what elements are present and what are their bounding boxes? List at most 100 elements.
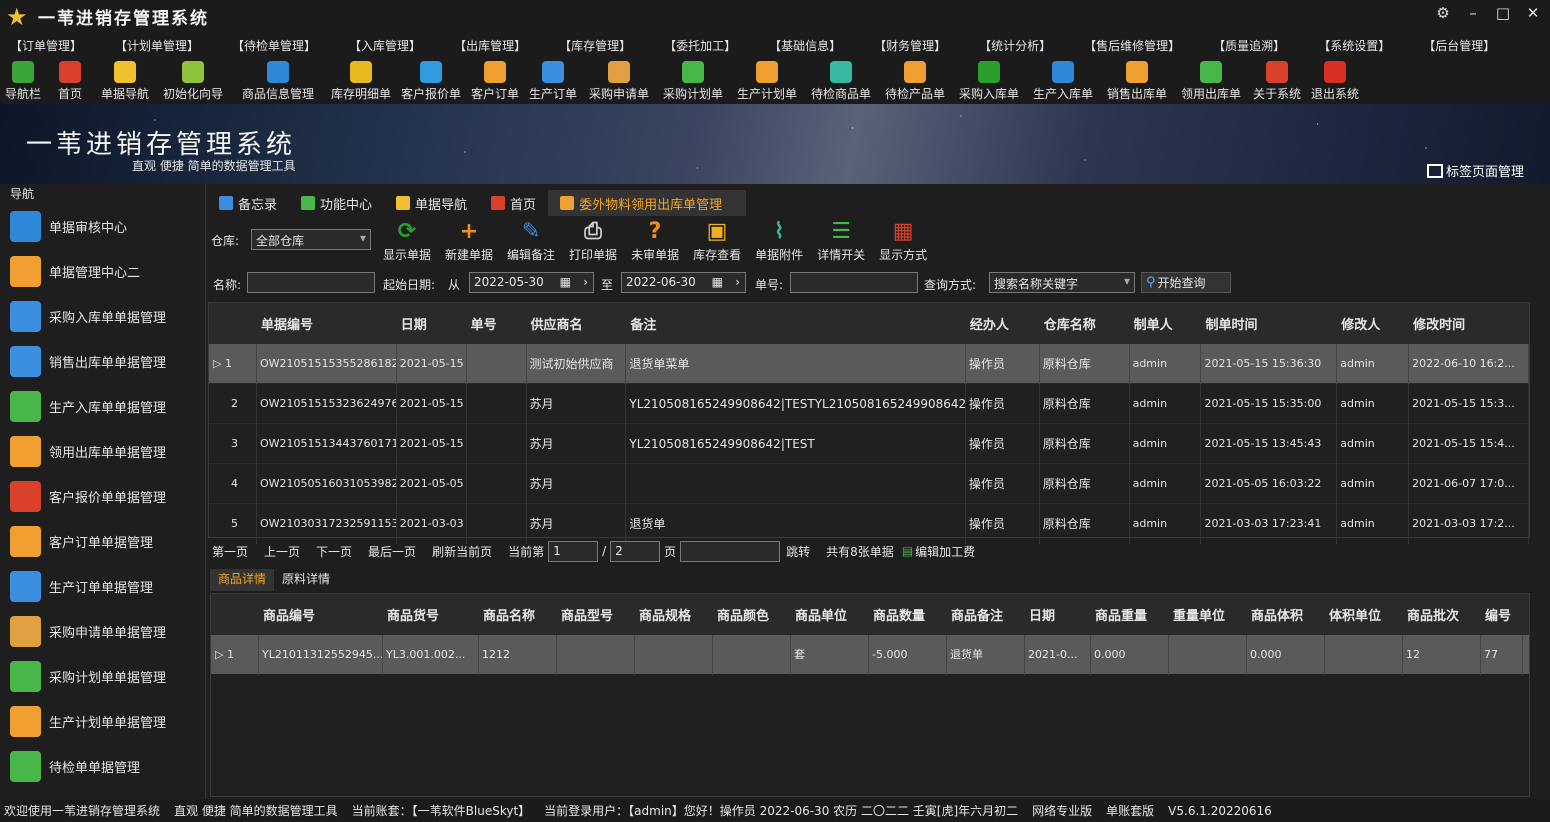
prev-page-button[interactable]: 上一页 [264,543,300,560]
menu-item[interactable]: 【质量追溯】 [1213,37,1285,54]
menu-item[interactable]: 【计划单管理】 [115,37,199,54]
column-header[interactable]: 制单人 [1130,314,1202,333]
settings-icon[interactable]: ⚙ [1434,4,1452,22]
end-date-input[interactable]: 2022-06-30 ▦ › [621,272,746,293]
column-header[interactable]: 商品备注 [947,605,1025,624]
op-button[interactable]: ▣ 库存查看 [693,218,741,263]
menu-item[interactable]: 【出库管理】 [454,37,526,54]
toolbar-button[interactable]: 领用出库单 [1174,57,1248,104]
close-icon[interactable]: ✕ [1524,4,1542,22]
sidebar-item[interactable]: 待检单单据管理 [0,744,205,789]
toolbar-button[interactable]: 采购申请单 [582,57,656,104]
bill-number-input[interactable] [790,272,918,293]
page-tab[interactable]: 首页 [479,190,548,216]
column-header[interactable]: 编号 [1481,605,1523,624]
chevron-right-icon[interactable]: › [583,275,588,289]
chevron-right-icon[interactable]: › [735,275,740,289]
sidebar-item[interactable]: 单据审核中心 [0,204,205,249]
menu-item[interactable]: 【库存管理】 [559,37,631,54]
toolbar-button[interactable]: 库存明细单 [326,57,396,104]
toolbar-button[interactable]: 生产订单 [524,57,582,104]
sidebar-item[interactable]: 采购入库单单据管理 [0,294,205,339]
menu-item[interactable]: 【基础信息】 [769,37,841,54]
sidebar-item[interactable]: 生产入库单单据管理 [0,384,205,429]
sidebar-item[interactable]: 客户订单单据管理 [0,519,205,564]
column-header[interactable]: 制单时间 [1201,314,1337,333]
table-row[interactable]: 4 OW210505160310539826 2021-05-05 苏月 操作员 原料仓库… [209,463,1529,504]
column-header[interactable]: 商品编号 [259,605,383,624]
edit-processing-fee-button[interactable]: 编辑加工费 [915,543,975,560]
sidebar-item[interactable]: 采购计划单单据管理 [0,654,205,699]
column-header[interactable]: 重量单位 [1169,605,1247,624]
column-header[interactable]: 修改时间 [1409,314,1529,333]
column-header[interactable]: 仓库名称 [1040,314,1130,333]
next-page-button[interactable]: 下一页 [316,543,352,560]
column-header[interactable]: 商品批次 [1403,605,1481,624]
toolbar-button[interactable]: 退出系统 [1306,57,1364,104]
query-mode-select[interactable]: 搜索名称关键字 [989,272,1135,293]
column-header[interactable]: 商品重量 [1091,605,1169,624]
column-header[interactable]: 日期 [1025,605,1091,624]
calendar-icon[interactable]: ▦ [712,275,723,289]
toolbar-button[interactable]: 初始化向导 [156,57,230,104]
toolbar-button[interactable]: 生产入库单 [1026,57,1100,104]
name-input[interactable] [247,272,375,293]
jump-page-input[interactable] [680,540,781,562]
table-row[interactable]: 2 OW210515153236249769 2021-05-15 苏月 YL21050… [209,383,1529,424]
column-header[interactable]: 体积单位 [1325,605,1403,624]
column-header[interactable]: 商品名称 [479,605,557,624]
tab-manager-button[interactable]: 标签页面管理 [1426,161,1524,180]
table-row[interactable]: ▷ 1 YL21011312552945... YL3.001.002... 1212… [211,634,1529,675]
menu-item[interactable]: 【订单管理】 [10,37,82,54]
toolbar-button[interactable]: 关于系统 [1248,57,1306,104]
minimize-icon[interactable]: – [1464,4,1482,22]
op-button[interactable]: ⌇ 单据附件 [755,218,803,263]
table-row[interactable]: 5 OW210303172325911535 2021-03-03 苏月 退货单 操作员原… [209,503,1529,544]
page-tab[interactable]: 单据导航 [384,190,479,216]
menu-item[interactable]: 【系统设置】 [1318,37,1390,54]
sidebar-item[interactable]: 销售出库单单据管理 [0,339,205,384]
toolbar-button[interactable]: 生产计划单 [730,57,804,104]
jump-button[interactable]: 跳转 [786,543,810,560]
start-date-input[interactable]: 2022-05-30 ▦ › [469,272,594,293]
column-header[interactable]: 商品颜色 [713,605,791,624]
page-tab[interactable]: 功能中心 [289,190,384,216]
column-header[interactable]: 修改人 [1337,314,1409,333]
sidebar-item[interactable]: 生产计划单单据管理 [0,699,205,744]
sidebar-item[interactable]: 采购申请单单据管理 [0,609,205,654]
column-header[interactable]: 商品货号 [383,605,479,624]
sidebar-item[interactable]: 单据管理中心二 [0,249,205,294]
op-button[interactable]: + 新建单据 [445,218,493,263]
table-row[interactable]: 3 OW210515134437601710 2021-05-15 苏月 YL21050… [209,423,1529,464]
toolbar-button[interactable]: 待检产品单 [878,57,952,104]
column-header[interactable]: 单号 [467,314,527,333]
op-button[interactable]: ▦ 显示方式 [879,218,927,263]
last-page-button[interactable]: 最后一页 [368,543,416,560]
tab-material-detail[interactable]: 原料详情 [274,569,338,591]
sidebar-item[interactable]: 领用出库单单据管理 [0,429,205,474]
op-button[interactable]: ✎ 编辑备注 [507,218,555,263]
column-header[interactable]: 商品体积 [1247,605,1325,624]
menu-item[interactable]: 【财务管理】 [874,37,946,54]
column-header[interactable]: 经办人 [966,314,1040,333]
toolbar-button[interactable]: 采购入库单 [952,57,1026,104]
op-button[interactable]: ☰ 详情开关 [817,218,865,263]
calendar-icon[interactable]: ▦ [560,275,571,289]
column-header[interactable]: 供应商名 [527,314,627,333]
menu-item[interactable]: 【入库管理】 [349,37,421,54]
toolbar-button[interactable]: 销售出库单 [1100,57,1174,104]
search-button[interactable]: ⚲ 开始查询 [1141,272,1231,293]
current-page-input[interactable]: 1 [548,540,599,562]
toolbar-button[interactable]: 待检商品单 [804,57,878,104]
sidebar-item[interactable]: 客户报价单单据管理 [0,474,205,519]
menu-item[interactable]: 【后台管理】 [1423,37,1495,54]
sidebar-item[interactable]: 生产订单单据管理 [0,564,205,609]
tab-product-detail[interactable]: 商品详情 [210,569,275,591]
op-button[interactable]: ? 未审单据 [631,218,679,263]
maximize-icon[interactable]: □ [1494,4,1512,22]
menu-item[interactable]: 【统计分析】 [979,37,1051,54]
menu-item[interactable]: 【委托加工】 [664,37,736,54]
op-button[interactable]: ⟳ 显示单据 [383,218,431,263]
table-row[interactable]: ▷ 1 OW2105151535528618​2 2021-05-15 测试初始供应商… [209,343,1529,384]
menu-item[interactable]: 【待检单管理】 [232,37,316,54]
